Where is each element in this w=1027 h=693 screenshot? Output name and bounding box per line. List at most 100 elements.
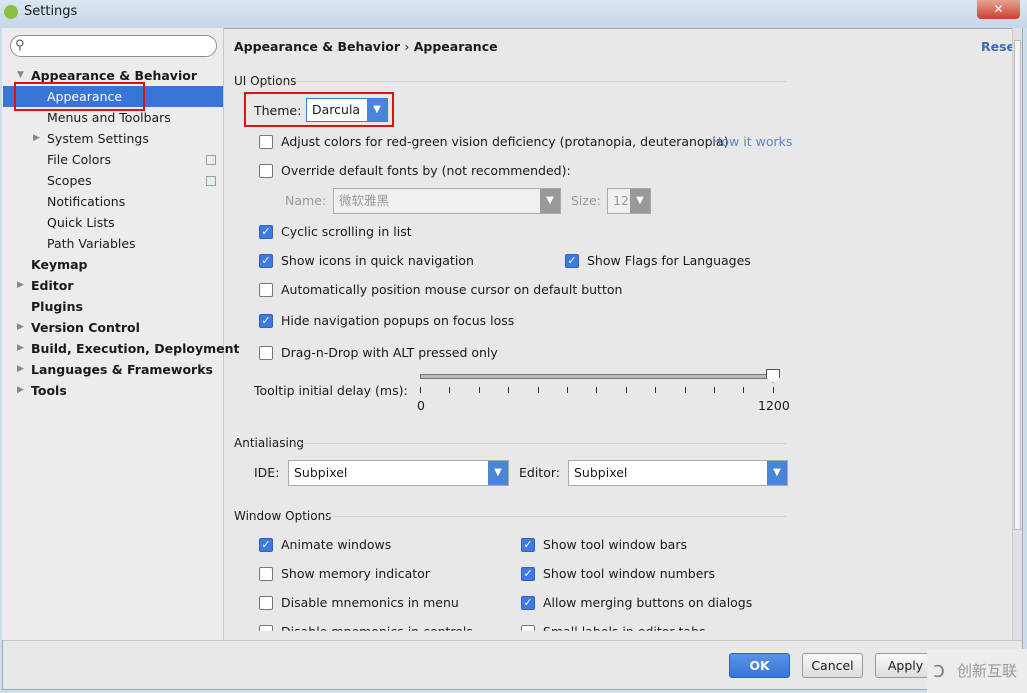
antialiasing-header: Antialiasing (234, 436, 305, 450)
ide-aa-select[interactable]: Subpixel ▼ (288, 460, 509, 486)
sidebar-item-label: Scopes (47, 173, 92, 188)
collapsed-arrow-icon[interactable]: ▶ (17, 275, 24, 296)
font-name-label: Name: (285, 193, 327, 208)
cyclic-scrolling-checkbox[interactable]: ✓ Cyclic scrolling in list (259, 224, 412, 239)
sidebar-item-label: Build, Execution, Deployment (31, 341, 240, 356)
sidebar-item[interactable]: System Settings ▶ (3, 128, 223, 149)
slider-tick (625, 387, 627, 393)
sidebar-item-label: System Settings (47, 131, 149, 146)
show-flags-checkbox[interactable]: ✓ Show Flags for Languages (565, 253, 751, 268)
highlight-box (14, 82, 145, 111)
sidebar-item[interactable]: Path Variables (3, 233, 223, 254)
font-size-value: 12 (613, 193, 629, 208)
sidebar-item[interactable]: Keymap (3, 254, 223, 275)
tooltip-delay-label: Tooltip initial delay (ms): (254, 383, 408, 398)
sidebar-item[interactable]: Version Control ▶ (3, 317, 223, 338)
window-options-header: Window Options (234, 509, 332, 523)
sidebar-item-label: File Colors (47, 152, 112, 167)
window-option-label: Disable mnemonics in menu (281, 595, 459, 610)
slider-tick (449, 387, 451, 393)
auto-mouse-label: Automatically position mouse cursor on d… (281, 282, 623, 297)
footer (3, 640, 1022, 689)
sidebar-item-label: Quick Lists (47, 215, 115, 230)
sidebar-item[interactable]: Notifications (3, 191, 223, 212)
window-option-checkbox[interactable]: Disable mnemonics in menu (259, 595, 459, 610)
breadcrumb-separator: › (404, 39, 410, 54)
window-title: Settings (24, 4, 78, 19)
sidebar-item-label: Keymap (31, 257, 88, 272)
scrollbar[interactable] (1012, 28, 1022, 640)
cyclic-scrolling-label: Cyclic scrolling in list (281, 224, 412, 239)
ide-label: IDE: (254, 465, 280, 480)
window-option-label: Show memory indicator (281, 566, 430, 581)
shared-scope-icon (206, 155, 216, 165)
window-option-checkbox[interactable]: ✓ Allow merging buttons on dialogs (521, 595, 752, 610)
sidebar-item[interactable]: Scopes (3, 170, 223, 191)
tooltip-delay-slider[interactable] (420, 374, 774, 379)
window-option-checkbox[interactable]: ✓ Show tool window bars (521, 537, 687, 552)
sidebar-item-label: Appearance & Behavior (31, 68, 197, 83)
chevron-down-icon: ▼ (630, 189, 650, 213)
collapsed-arrow-icon[interactable]: ▶ (17, 317, 24, 338)
slider-tick (537, 387, 539, 393)
override-fonts-checkbox[interactable]: Override default fonts by (not recommend… (259, 163, 571, 178)
sidebar-item[interactable]: Editor ▶ (3, 275, 223, 296)
chevron-down-icon: ▼ (488, 461, 508, 485)
theme-value: Darcula (312, 102, 361, 117)
window-option-checkbox[interactable]: ✓ Show tool window numbers (521, 566, 715, 581)
hide-popups-checkbox[interactable]: ✓ Hide navigation popups on focus loss (259, 313, 514, 328)
font-name-select[interactable]: 微软雅黑 ▼ (333, 188, 561, 214)
chevron-down-icon: ▼ (767, 461, 787, 485)
sidebar-item[interactable]: File Colors (3, 149, 223, 170)
sidebar-item[interactable]: Languages & Frameworks ▶ (3, 359, 223, 380)
window-option-label: Animate windows (281, 537, 392, 552)
slider-tick (508, 387, 510, 393)
ide-aa-value: Subpixel (294, 465, 348, 480)
chevron-down-icon: ▼ (367, 99, 387, 121)
show-icons-label: Show icons in quick navigation (281, 253, 474, 268)
watermark-logo: ↄ 创新互联 (927, 649, 1027, 693)
close-button[interactable]: ✕ (977, 0, 1020, 19)
sidebar-item[interactable]: Plugins (3, 296, 223, 317)
search-input[interactable]: ⚲ (10, 35, 217, 57)
font-name-value: 微软雅黑 (339, 193, 390, 208)
sidebar-item-label: Notifications (47, 194, 126, 209)
window-option-checkbox[interactable]: ✓ Animate windows (259, 537, 391, 552)
app-icon (4, 5, 18, 19)
slider-tick (420, 387, 421, 393)
window-option-label: Show tool window numbers (543, 566, 716, 581)
sidebar-item-label: Version Control (31, 320, 140, 335)
drag-n-drop-checkbox[interactable]: Drag-n-Drop with ALT pressed only (259, 345, 498, 360)
slider-tick (743, 387, 745, 393)
show-icons-checkbox[interactable]: ✓ Show icons in quick navigation (259, 253, 474, 268)
window-option-checkbox[interactable]: Show memory indicator (259, 566, 430, 581)
cancel-button[interactable]: Cancel (802, 653, 863, 678)
slider-tick (478, 387, 480, 393)
sidebar-item-label: Path Variables (47, 236, 136, 251)
adjust-colors-checkbox[interactable]: Adjust colors for red-green vision defic… (259, 134, 729, 149)
ok-button[interactable]: OK (729, 653, 790, 678)
sidebar-item-label: Languages & Frameworks (31, 362, 213, 377)
editor-aa-select[interactable]: Subpixel ▼ (568, 460, 788, 486)
auto-mouse-checkbox[interactable]: Automatically position mouse cursor on d… (259, 282, 622, 297)
slider-tick (684, 387, 686, 393)
collapsed-arrow-icon[interactable]: ▶ (17, 380, 24, 401)
sidebar-item[interactable]: Quick Lists (3, 212, 223, 233)
sidebar-item-label: Editor (31, 278, 74, 293)
sidebar-item-label: Tools (31, 383, 67, 398)
sidebar-item[interactable]: Build, Execution, Deployment ▶ (3, 338, 239, 359)
sidebar-item[interactable]: Tools ▶ (3, 380, 223, 401)
collapsed-arrow-icon[interactable]: ▶ (33, 128, 40, 149)
theme-select[interactable]: Darcula ▼ (306, 98, 388, 122)
slider-min-label: 0 (417, 398, 425, 413)
sidebar-item-label: Menus and Toolbars (47, 110, 171, 125)
hide-popups-label: Hide navigation popups on focus loss (281, 313, 515, 328)
font-size-select[interactable]: 12 ▼ (607, 188, 651, 214)
sidebar-item-label: Plugins (31, 299, 83, 314)
slider-tick (596, 387, 598, 393)
collapsed-arrow-icon[interactable]: ▶ (17, 359, 24, 380)
drag-n-drop-label: Drag-n-Drop with ALT pressed only (281, 345, 498, 360)
collapsed-arrow-icon[interactable]: ▶ (17, 338, 24, 359)
how-it-works-link[interactable]: How it works (712, 134, 792, 149)
slider-tick (567, 387, 568, 393)
